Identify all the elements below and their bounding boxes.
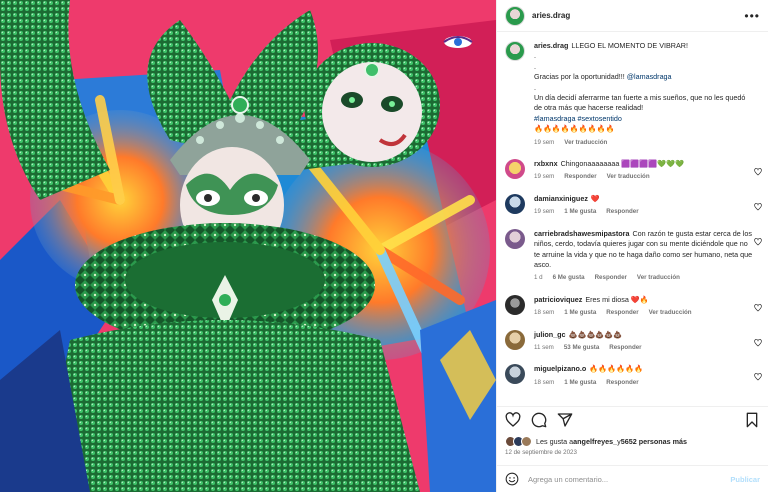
comment-reply[interactable]: Responder: [606, 308, 638, 318]
like-comment-heart-icon[interactable]: [754, 202, 762, 211]
comment-text: Eres mi diosa ❤️🔥: [585, 294, 649, 304]
comment-reply[interactable]: Responder: [606, 207, 638, 217]
emoji-smiley-icon[interactable]: [505, 472, 519, 486]
drag-costume-artwork: [0, 0, 496, 492]
likes-count[interactable]: 5652 personas más: [621, 437, 687, 446]
comments-scroll-area[interactable]: aries.drag LLEGO EL MOMENTO DE VIBRAR! . …: [497, 33, 768, 405]
comment-text: 💩💩💩💩💩💩: [568, 329, 623, 339]
caption-dot: .: [534, 51, 536, 61]
comment-avatar[interactable]: [505, 193, 525, 214]
comment-translate[interactable]: Ver traducción: [649, 308, 692, 318]
comment-username[interactable]: julion_gc: [534, 330, 566, 339]
comment-time[interactable]: 18 sem: [534, 378, 554, 388]
comment-username[interactable]: carriebradshawesmipastora: [534, 229, 629, 238]
comment-username[interactable]: patricioviquez: [534, 295, 582, 304]
comment: julion_gc 💩💩💩💩💩💩 11 sem 53 Me gusta Respond…: [497, 329, 768, 354]
save-bookmark-icon[interactable]: [744, 412, 760, 428]
caption-time[interactable]: 19 sem: [534, 138, 554, 148]
comment-avatar[interactable]: [505, 294, 525, 315]
likes-user[interactable]: angelfreyes_: [573, 437, 617, 446]
comment: rxbxnx Chingonaaaaaaaa 🟪🟪🟪🟪💚💚💚 19 sem Resp…: [497, 159, 768, 183]
caption-dot: .: [534, 61, 536, 71]
author-username[interactable]: aries.drag: [532, 11, 744, 20]
comment-avatar[interactable]: [505, 159, 525, 180]
comment-translate[interactable]: Ver traducción: [637, 273, 680, 283]
post-actions-bar: [497, 406, 768, 432]
post-header: aries.drag •••: [497, 0, 768, 32]
comment-bubble-icon[interactable]: [531, 412, 547, 428]
liker-avatars: [505, 435, 532, 447]
comment-reply[interactable]: Responder: [606, 378, 638, 388]
add-comment-input[interactable]: [528, 474, 731, 484]
like-comment-heart-icon[interactable]: [754, 237, 762, 246]
more-horizontal-icon[interactable]: •••: [744, 10, 760, 22]
comment-text: ❤️: [590, 193, 600, 203]
comment-likes[interactable]: 53 Me gusta: [564, 343, 599, 353]
caption-story: Un día decidí aferrarme tan fuerte a mis…: [534, 93, 746, 113]
liker-avatar: [521, 435, 532, 447]
comment-username[interactable]: damianxiniguez: [534, 194, 588, 203]
caption-translate[interactable]: Ver traducción: [564, 138, 607, 148]
comment-likes[interactable]: 1 Me gusta: [564, 308, 596, 318]
comment-avatar[interactable]: [505, 364, 525, 385]
comment-time[interactable]: 18 sem: [534, 308, 554, 318]
like-comment-heart-icon[interactable]: [754, 168, 762, 176]
caption-mention[interactable]: @lamasdraga: [627, 72, 672, 81]
likes-prefix: Les gusta a: [536, 436, 574, 446]
comment-username[interactable]: miguelpizano.o: [534, 364, 586, 373]
caption: aries.drag LLEGO EL MOMENTO DE VIBRAR! . …: [497, 33, 768, 148]
like-comment-heart-icon[interactable]: [754, 303, 762, 312]
caption-thanks: Gracias por la oportunidad!!!: [534, 72, 627, 82]
post-image[interactable]: [0, 0, 496, 492]
comment-likes[interactable]: 6 Me gusta: [553, 273, 585, 283]
caption-fire-emojis: 🔥🔥🔥🔥🔥🔥🔥🔥🔥: [534, 124, 615, 134]
comment: carriebradshawesmipastora Con razón te gu…: [497, 228, 768, 284]
share-paper-plane-icon[interactable]: [557, 412, 573, 428]
like-comment-heart-icon[interactable]: [754, 338, 762, 347]
comment-translate[interactable]: Ver traducción: [607, 172, 650, 182]
comment-username[interactable]: rxbxnx: [534, 159, 558, 168]
comment: damianxiniguez ❤️ 19 sem 1 Me gusta Respond…: [497, 193, 768, 218]
comment-avatar[interactable]: [505, 329, 525, 350]
likes-summary[interactable]: Les gusta a angelfreyes_ y 5652 personas…: [505, 434, 760, 448]
comment-reply[interactable]: Responder: [595, 273, 627, 283]
comment-time[interactable]: 19 sem: [534, 172, 554, 182]
publish-button[interactable]: Publicar: [730, 475, 760, 484]
comment-text: Chingonaaaaaaaa 🟪🟪🟪🟪💚💚💚: [560, 159, 684, 169]
comment-time[interactable]: 19 sem: [534, 207, 554, 217]
caption-username[interactable]: aries.drag: [534, 41, 568, 50]
comment-reply[interactable]: Responder: [564, 172, 596, 182]
comment-time[interactable]: 1 d: [534, 273, 543, 283]
like-comment-heart-icon[interactable]: [754, 373, 762, 381]
caption-line1: LLEGO EL MOMENTO DE VIBRAR!: [571, 41, 688, 50]
comment-avatar[interactable]: [505, 228, 525, 249]
caption-dot: .: [534, 82, 536, 92]
post-date[interactable]: 12 de septiembre de 2023: [505, 449, 577, 456]
comment: miguelpizano.o 🔥🔥🔥🔥🔥🔥 18 sem 1 Me gusta Res…: [497, 364, 768, 388]
comment-reply[interactable]: Responder: [609, 343, 641, 353]
comment-time[interactable]: 11 sem: [534, 343, 554, 353]
like-heart-icon[interactable]: [505, 411, 521, 428]
caption-avatar[interactable]: [505, 41, 525, 61]
comment-text: 🔥🔥🔥🔥🔥🔥: [589, 364, 644, 374]
post-side-panel: aries.drag ••• aries.drag LLEGO EL MOMENT…: [496, 0, 768, 492]
add-comment-bar: Publicar: [497, 465, 768, 492]
comment: patricioviquez Eres mi diosa ❤️🔥 18 sem 1 …: [497, 294, 768, 319]
author-avatar[interactable]: [505, 5, 525, 26]
comment-likes[interactable]: 1 Me gusta: [564, 207, 596, 217]
comment-likes[interactable]: 1 Me gusta: [564, 378, 596, 388]
caption-hashtags[interactable]: #lamasdraga #sextosentido: [534, 114, 754, 124]
